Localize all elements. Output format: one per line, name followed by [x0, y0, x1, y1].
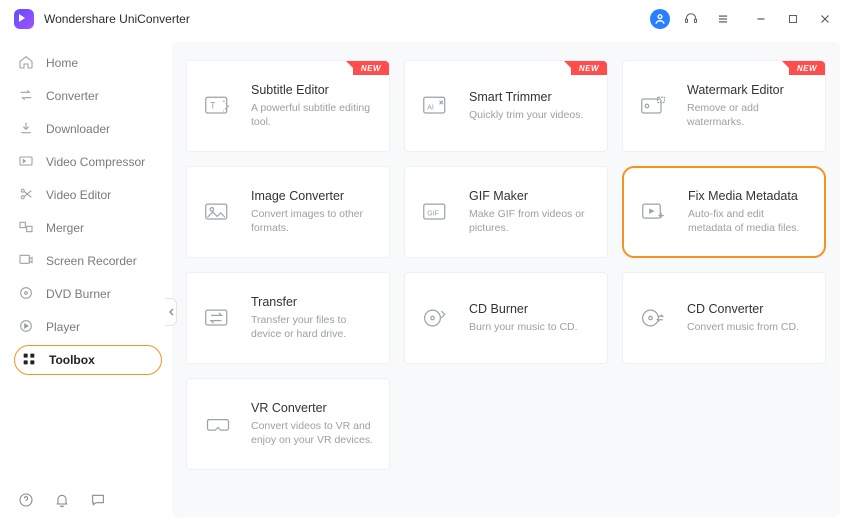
card-desc: Burn your music to CD.: [469, 320, 578, 334]
main-content: NEW T Subtitle Editor A powerful subtitl…: [172, 42, 840, 517]
card-title: Smart Trimmer: [469, 90, 583, 104]
sidebar-item-converter[interactable]: Converter: [14, 81, 162, 111]
disc-icon: [18, 285, 34, 304]
sidebar-item-merger[interactable]: Merger: [14, 213, 162, 243]
card-desc: Make GIF from videos or pictures.: [469, 207, 593, 235]
card-title: Subtitle Editor: [251, 83, 375, 97]
svg-text:GIF: GIF: [427, 211, 439, 218]
sidebar-item-player[interactable]: Player: [14, 312, 162, 342]
bottom-icon-bar: [18, 492, 106, 513]
bell-icon[interactable]: [54, 492, 70, 513]
card-title: CD Burner: [469, 302, 578, 316]
sidebar-item-label: DVD Burner: [46, 287, 111, 301]
download-icon: [18, 120, 34, 139]
card-desc: Convert images to other formats.: [251, 207, 375, 235]
home-icon: [18, 54, 34, 73]
card-cd-converter[interactable]: CD Converter Convert music from CD.: [622, 272, 826, 364]
vr-icon: [201, 407, 235, 441]
card-cd-burner[interactable]: CD Burner Burn your music to CD.: [404, 272, 608, 364]
sidebar-item-dvd-burner[interactable]: DVD Burner: [14, 279, 162, 309]
sidebar: Home Converter Downloader Video Compress…: [0, 38, 172, 527]
card-transfer[interactable]: Transfer Transfer your files to device o…: [186, 272, 390, 364]
record-icon: [18, 252, 34, 271]
sidebar-item-screen-recorder[interactable]: Screen Recorder: [14, 246, 162, 276]
titlebar: Wondershare UniConverter: [0, 0, 850, 38]
sidebar-item-label: Home: [46, 56, 78, 70]
card-subtitle-editor[interactable]: NEW T Subtitle Editor A powerful subtitl…: [186, 60, 390, 152]
card-watermark-editor[interactable]: NEW Watermark Editor Remove or add water…: [622, 60, 826, 152]
svg-text:AI: AI: [427, 105, 434, 112]
scissors-icon: [18, 186, 34, 205]
card-image-converter[interactable]: Image Converter Convert images to other …: [186, 166, 390, 258]
merger-icon: [18, 219, 34, 238]
new-badge: NEW: [571, 61, 607, 75]
sidebar-item-label: Toolbox: [49, 353, 95, 367]
card-title: GIF Maker: [469, 189, 593, 203]
sidebar-item-label: Video Compressor: [46, 155, 145, 169]
help-icon[interactable]: [18, 492, 34, 513]
minimize-icon[interactable]: [750, 8, 772, 30]
card-title: CD Converter: [687, 302, 799, 316]
close-icon[interactable]: [814, 8, 836, 30]
new-badge: NEW: [789, 61, 825, 75]
card-vr-converter[interactable]: VR Converter Convert videos to VR and en…: [186, 378, 390, 470]
toolbox-icon: [21, 351, 37, 370]
sidebar-item-label: Downloader: [46, 122, 110, 136]
sidebar-item-label: Merger: [46, 221, 84, 235]
card-desc: Transfer your files to device or hard dr…: [251, 313, 375, 341]
card-desc: Convert videos to VR and enjoy on your V…: [251, 419, 375, 447]
card-desc: A powerful subtitle editing tool.: [251, 101, 375, 129]
card-title: VR Converter: [251, 401, 375, 415]
sidebar-item-label: Screen Recorder: [46, 254, 137, 268]
menu-icon[interactable]: [712, 8, 734, 30]
compress-icon: [18, 153, 34, 172]
app-logo: [14, 9, 34, 29]
metadata-icon: [638, 195, 672, 229]
feedback-icon[interactable]: [90, 492, 106, 513]
card-title: Transfer: [251, 295, 375, 309]
card-desc: Convert music from CD.: [687, 320, 799, 334]
card-title: Image Converter: [251, 189, 375, 203]
watermark-icon: [637, 89, 671, 123]
card-title: Fix Media Metadata: [688, 189, 810, 203]
sidebar-item-label: Converter: [46, 89, 99, 103]
sidebar-item-downloader[interactable]: Downloader: [14, 114, 162, 144]
trimmer-icon: AI: [419, 89, 453, 123]
play-icon: [18, 318, 34, 337]
account-icon[interactable]: [650, 9, 670, 29]
transfer-icon: [201, 301, 235, 335]
sidebar-item-toolbox[interactable]: Toolbox: [14, 345, 162, 375]
app-title: Wondershare UniConverter: [44, 12, 190, 26]
card-smart-trimmer[interactable]: NEW AI Smart Trimmer Quickly trim your v…: [404, 60, 608, 152]
card-desc: Quickly trim your videos.: [469, 108, 583, 122]
image-icon: [201, 195, 235, 229]
sidebar-item-label: Video Editor: [46, 188, 111, 202]
card-title: Watermark Editor: [687, 83, 811, 97]
sidebar-item-label: Player: [46, 320, 80, 334]
card-gif-maker[interactable]: GIF GIF Maker Make GIF from videos or pi…: [404, 166, 608, 258]
gif-icon: GIF: [419, 195, 453, 229]
card-desc: Auto-fix and edit metadata of media file…: [688, 207, 810, 235]
maximize-icon[interactable]: [782, 8, 804, 30]
card-fix-media-metadata[interactable]: Fix Media Metadata Auto-fix and edit met…: [622, 166, 826, 258]
cd-burner-icon: [419, 301, 453, 335]
svg-text:T: T: [210, 101, 216, 111]
sidebar-item-video-compressor[interactable]: Video Compressor: [14, 147, 162, 177]
subtitle-icon: T: [201, 89, 235, 123]
sidebar-collapse-button[interactable]: [165, 298, 177, 326]
sidebar-item-home[interactable]: Home: [14, 48, 162, 78]
support-icon[interactable]: [680, 8, 702, 30]
chevron-left-icon: [168, 308, 174, 316]
converter-icon: [18, 87, 34, 106]
sidebar-item-video-editor[interactable]: Video Editor: [14, 180, 162, 210]
card-desc: Remove or add watermarks.: [687, 101, 811, 129]
cd-converter-icon: [637, 301, 671, 335]
tool-grid: NEW T Subtitle Editor A powerful subtitl…: [186, 60, 826, 470]
new-badge: NEW: [353, 61, 389, 75]
